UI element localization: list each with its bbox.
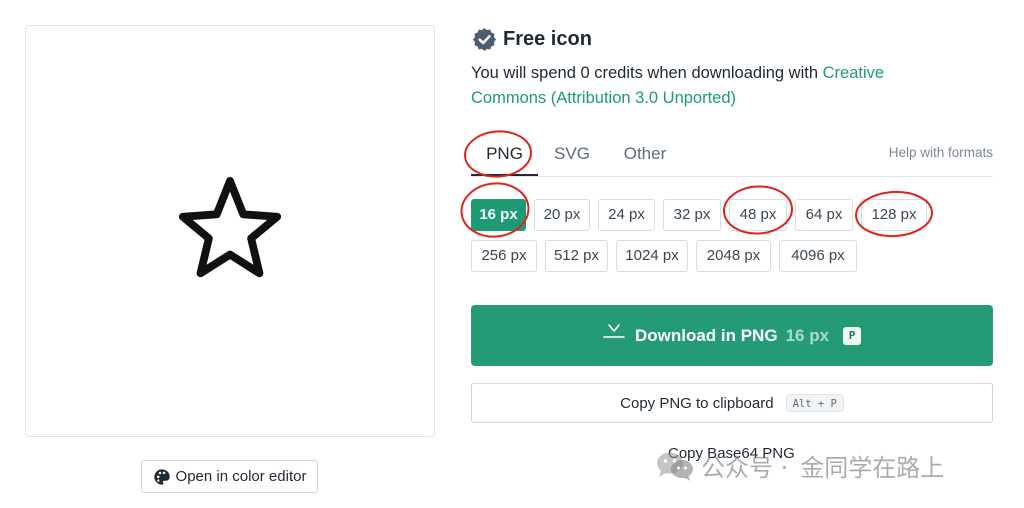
tab-svg[interactable]: SVG xyxy=(551,133,593,176)
download-label: Download in PNG xyxy=(634,325,778,345)
page-title: Free icon xyxy=(472,27,592,52)
tab-other[interactable]: Other xyxy=(615,133,675,176)
icon-preview-panel xyxy=(25,25,435,437)
size-option-4096[interactable]: 4096 px xyxy=(779,240,857,272)
star-outline-icon xyxy=(178,176,282,278)
format-tabs: PNG SVG Other Help with formats xyxy=(471,133,993,177)
palette-icon xyxy=(153,468,171,486)
size-option-48[interactable]: 48 px xyxy=(729,199,787,231)
size-option-24[interactable]: 24 px xyxy=(598,199,655,231)
download-png-button[interactable]: Download in PNG 16 px P xyxy=(471,305,993,366)
credits-info: You will spend 0 credits when downloadin… xyxy=(471,61,951,111)
copy-base64-png-link[interactable]: Copy Base64 PNG xyxy=(668,445,795,462)
help-with-formats-link[interactable]: Help with formats xyxy=(889,145,993,160)
download-icon xyxy=(603,323,625,343)
verified-badge-icon xyxy=(472,27,497,52)
size-option-128[interactable]: 128 px xyxy=(861,199,927,231)
copy-png-label: Copy PNG to clipboard xyxy=(620,394,774,412)
open-color-editor-button[interactable]: Open in color editor xyxy=(141,460,318,493)
open-color-editor-label: Open in color editor xyxy=(175,468,307,485)
size-option-16[interactable]: 16 px xyxy=(471,199,526,231)
tab-png[interactable]: PNG xyxy=(471,133,538,176)
download-size: 16 px xyxy=(785,325,830,345)
size-option-32[interactable]: 32 px xyxy=(663,199,721,231)
size-option-64[interactable]: 64 px xyxy=(795,199,853,231)
page-title-text: Free icon xyxy=(503,28,592,50)
watermark-author: 金同学在路上 xyxy=(800,454,945,482)
copy-png-clipboard-button[interactable]: Copy PNG to clipboard Alt + P xyxy=(471,383,993,423)
copy-png-shortcut: Alt + P xyxy=(785,394,844,412)
download-shortcut-key: P xyxy=(843,326,862,345)
size-option-1024[interactable]: 1024 px xyxy=(616,240,688,272)
size-option-512[interactable]: 512 px xyxy=(545,240,608,272)
credits-text: You will spend 0 credits when downloadin… xyxy=(471,64,823,82)
size-option-20[interactable]: 20 px xyxy=(534,199,590,231)
size-option-256[interactable]: 256 px xyxy=(471,240,537,272)
size-option-2048[interactable]: 2048 px xyxy=(696,240,771,272)
